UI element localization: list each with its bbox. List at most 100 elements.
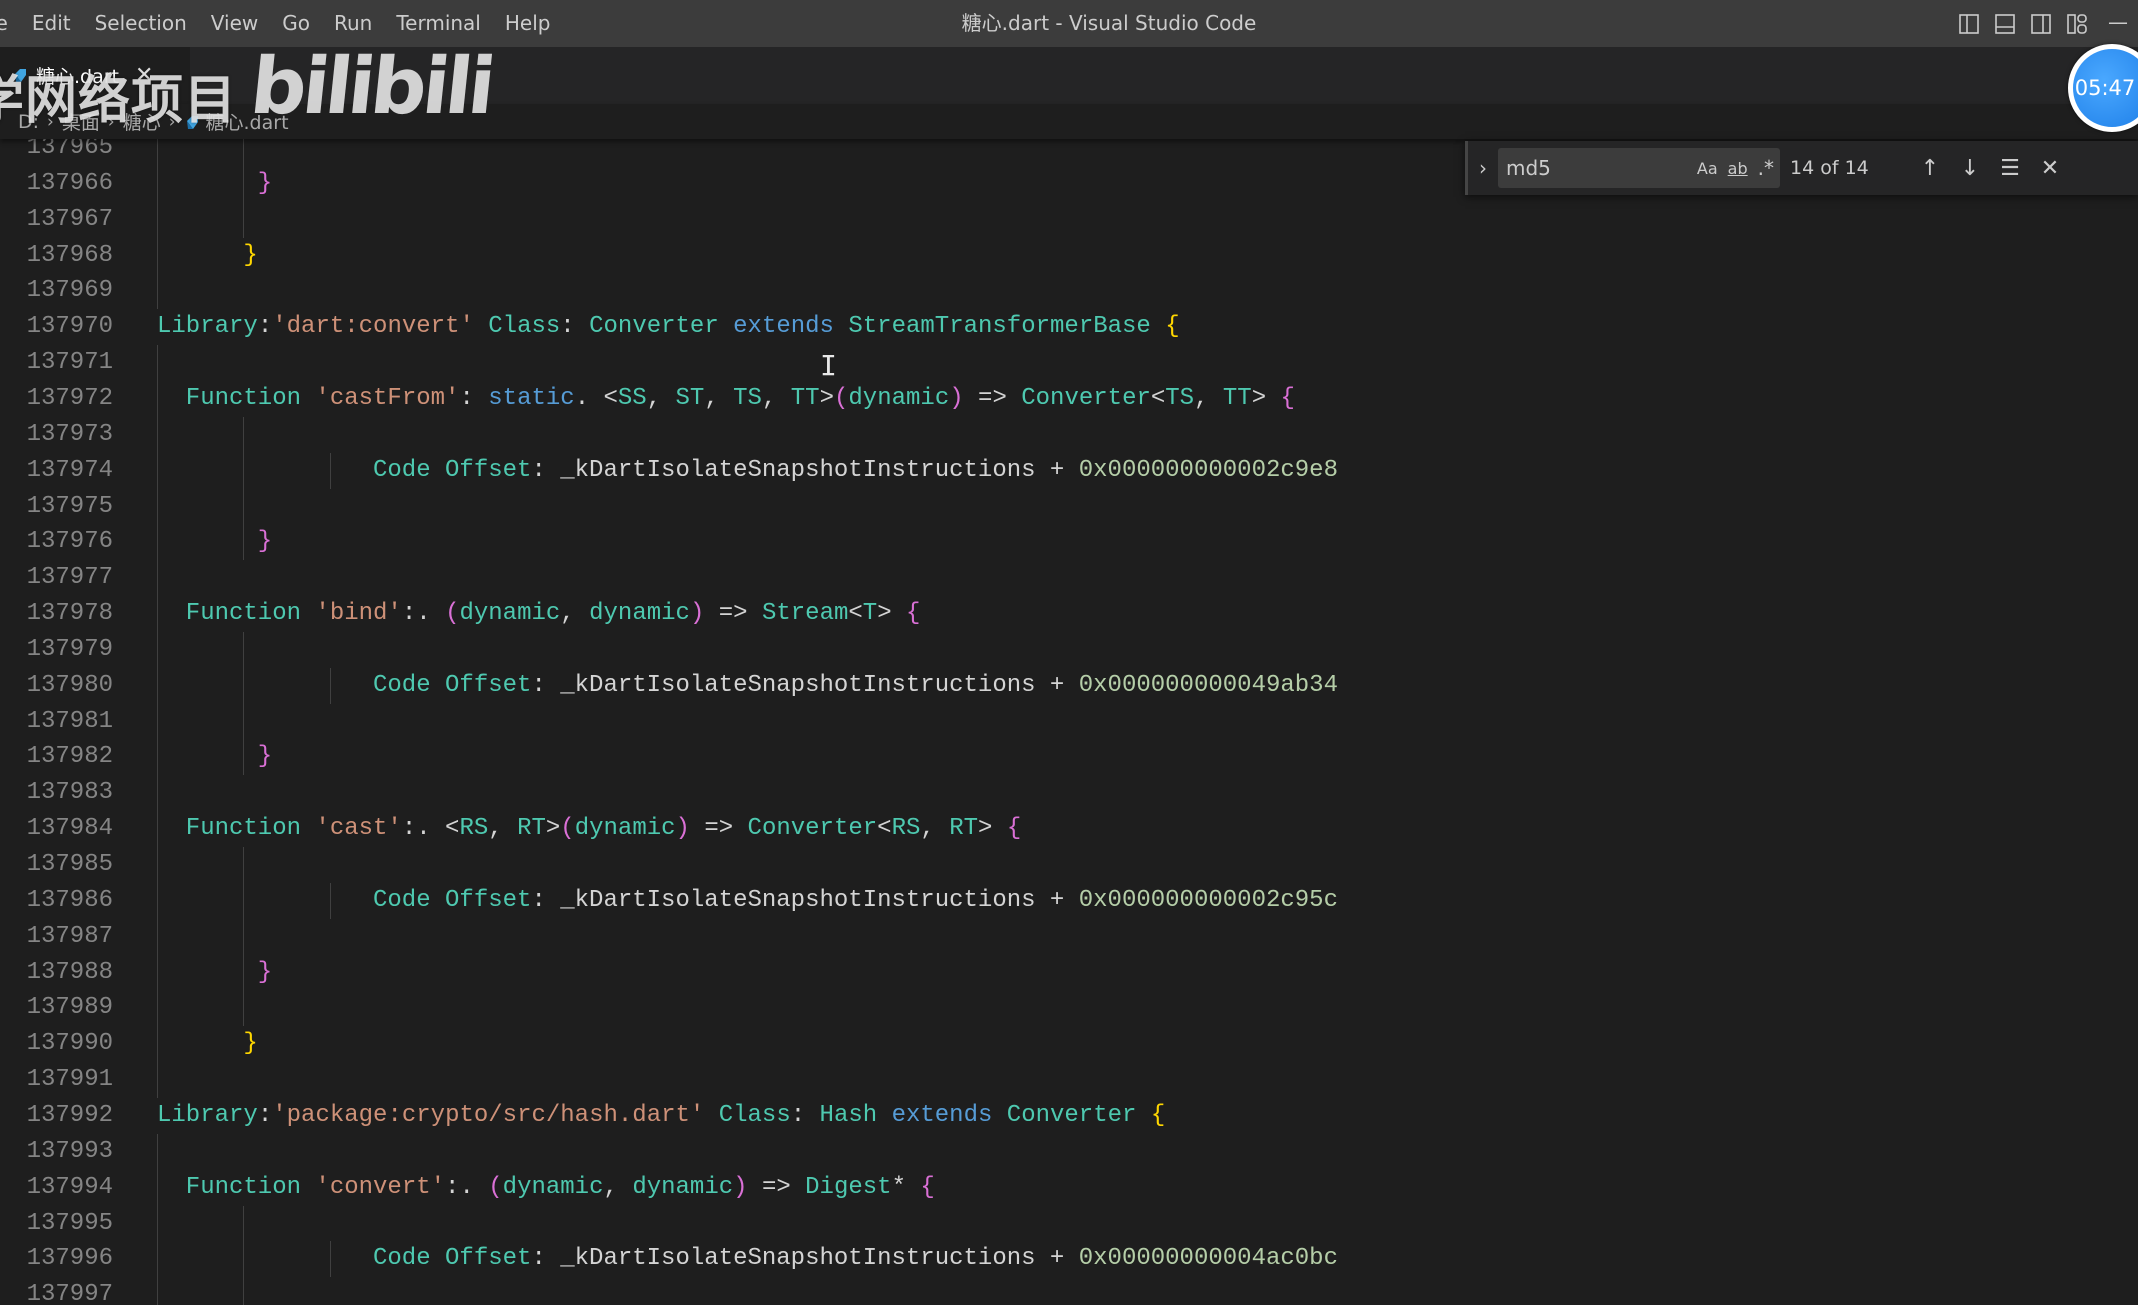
code-line[interactable]: 137972 Function 'castFrom': static. <SS, … — [0, 380, 2138, 417]
code-editor[interactable]: 137965 137966} 137967 137968} 137969 137970 Li… — [0, 139, 2138, 1305]
code-token: > — [1251, 384, 1281, 412]
indent-guide — [157, 703, 158, 740]
code-token: RT — [517, 815, 546, 843]
code-line[interactable]: 137976} — [0, 524, 2138, 561]
line-number: 137978 — [26, 600, 113, 628]
next-match-arrow-down-icon[interactable]: ↓ — [1950, 156, 1990, 181]
code-token: Code — [373, 456, 431, 484]
line-number: 137986 — [26, 886, 113, 914]
code-line[interactable]: 137970 Library:'dart:convert' Class: Conv… — [0, 309, 2138, 345]
code-token: : _kDartIsolateSnapshotInstructions + — [531, 456, 1079, 484]
menu-help[interactable]: Help — [493, 0, 563, 47]
code-line[interactable]: 137981 — [0, 703, 2138, 740]
code-token: 'bind' — [315, 600, 402, 628]
line-number: 137967 — [26, 205, 113, 233]
minimize-button[interactable]: — — [2108, 12, 2138, 36]
breadcrumb-item-desktop[interactable]: 桌面 — [62, 108, 100, 135]
breadcrumb-item-file[interactable]: 糖心.dart — [206, 108, 289, 135]
menu-run[interactable]: Run — [322, 0, 384, 47]
code-line[interactable]: 137996 Code Offset: _kDartIsolateSnapshot… — [0, 1241, 2138, 1278]
code-token: 'cast' — [315, 815, 402, 843]
line-number: 137965 — [26, 139, 113, 161]
code-line[interactable]: 137982} — [0, 739, 2138, 776]
code-line[interactable]: 137969 — [0, 273, 2138, 310]
code-line[interactable]: 137973 — [0, 416, 2138, 453]
menu-edit[interactable]: Edit — [20, 0, 83, 47]
code-line[interactable]: 137983 — [0, 775, 2138, 812]
toggle-secondary-sidebar-icon[interactable] — [2028, 11, 2054, 37]
menu-go[interactable]: Go — [270, 0, 322, 47]
code-line[interactable]: 137992 Library:'package:crypto/src/hash.d… — [0, 1098, 2138, 1134]
tab-close-icon[interactable]: ✕ — [135, 63, 153, 88]
code-line[interactable]: 137974 Code Offset: _kDartIsolateSnapshot… — [0, 452, 2138, 489]
code-line[interactable]: 137975 — [0, 488, 2138, 525]
find-input-value[interactable]: md5 — [1506, 156, 1551, 180]
code-token: Offset — [445, 671, 532, 699]
code-line[interactable]: 137980 Code Offset: _kDartIsolateSnapshot… — [0, 667, 2138, 704]
find-match-count: 14 of 14 — [1790, 157, 1869, 179]
match-whole-word-icon[interactable]: ab — [1728, 159, 1748, 178]
code-line[interactable]: 137987 — [0, 918, 2138, 955]
code-line[interactable]: 137968} — [0, 237, 2138, 274]
code-line[interactable]: 137977 — [0, 560, 2138, 597]
code-token: RS — [459, 815, 489, 843]
code-line[interactable]: 137993 — [0, 1133, 2138, 1170]
code-token: } — [243, 241, 258, 269]
code-line[interactable]: 137984 Function 'cast':. <RS, RT>(dynamic… — [0, 811, 2138, 848]
code-token: Digest — [805, 1173, 892, 1201]
code-line[interactable]: 137979 — [0, 631, 2138, 668]
indent-guide — [243, 739, 245, 776]
indent-guide — [157, 1241, 158, 1278]
breadcrumb-item-drive[interactable]: D: — [18, 111, 39, 133]
code-token: 'castFrom' — [315, 384, 460, 412]
code-line[interactable]: 137971 — [0, 345, 2138, 382]
code-line[interactable]: 137985 — [0, 847, 2138, 883]
breadcrumb-item-folder[interactable]: 糖心 — [123, 108, 161, 135]
menu-file[interactable]: le — [0, 0, 20, 47]
tab-tangxin-dart[interactable]: 糖心.dart ✕ — [0, 47, 190, 104]
match-case-icon[interactable]: Aa — [1697, 159, 1718, 178]
code-token: Hash — [819, 1101, 878, 1129]
code-token: RS — [891, 815, 921, 843]
code-line[interactable]: 137990} — [0, 1026, 2138, 1063]
find-in-selection-icon[interactable]: ☰ — [1990, 156, 2030, 181]
code-token: TT — [1222, 384, 1252, 412]
code-line[interactable]: 137978 Function 'bind':. (dynamic, dynami… — [0, 596, 2138, 633]
menu-terminal[interactable]: Terminal — [384, 0, 493, 47]
toggle-replace-chevron-icon[interactable]: › — [1468, 156, 1498, 180]
customize-layout-icon[interactable] — [2064, 11, 2090, 37]
use-regex-icon[interactable]: .* — [1758, 156, 1774, 180]
indent-guide — [243, 1277, 245, 1305]
close-find-icon[interactable]: ✕ — [2030, 156, 2070, 181]
code-line[interactable]: 137995 — [0, 1205, 2138, 1242]
previous-match-arrow-up-icon[interactable]: ↑ — [1910, 156, 1950, 181]
menu-view[interactable]: View — [199, 0, 270, 47]
line-number: 137972 — [26, 384, 113, 412]
menu-selection[interactable]: Selection — [83, 0, 199, 47]
line-number: 137970 — [26, 313, 113, 341]
menu-bar: le Edit Selection View Go Run Terminal H… — [0, 0, 562, 47]
code-line[interactable]: 137997 — [0, 1277, 2138, 1305]
line-number: 137976 — [26, 528, 113, 556]
code-line[interactable]: 137988} — [0, 954, 2138, 991]
toggle-primary-sidebar-icon[interactable] — [1956, 11, 1982, 37]
toggle-panel-icon[interactable] — [1992, 11, 2018, 37]
code-line[interactable]: 137989 — [0, 990, 2138, 1027]
code-token: StreamTransformerBase — [848, 313, 1151, 341]
indent-guide — [157, 524, 158, 561]
find-input[interactable]: md5 Aa ab .* — [1498, 148, 1780, 188]
indent-guide — [329, 882, 331, 919]
code-token: SS — [617, 384, 647, 412]
code-line[interactable]: 137986 Code Offset: _kDartIsolateSnapshot… — [0, 882, 2138, 919]
code-token: ) — [949, 384, 964, 412]
code-line[interactable]: 137991 — [0, 1062, 2138, 1099]
code-line[interactable]: 137967 — [0, 201, 2138, 238]
line-number: 137988 — [26, 958, 113, 986]
indent-guide — [157, 990, 158, 1027]
code-line[interactable]: 137994 Function 'convert':. (dynamic, dyn… — [0, 1169, 2138, 1206]
code-token: dynamic — [574, 815, 676, 843]
